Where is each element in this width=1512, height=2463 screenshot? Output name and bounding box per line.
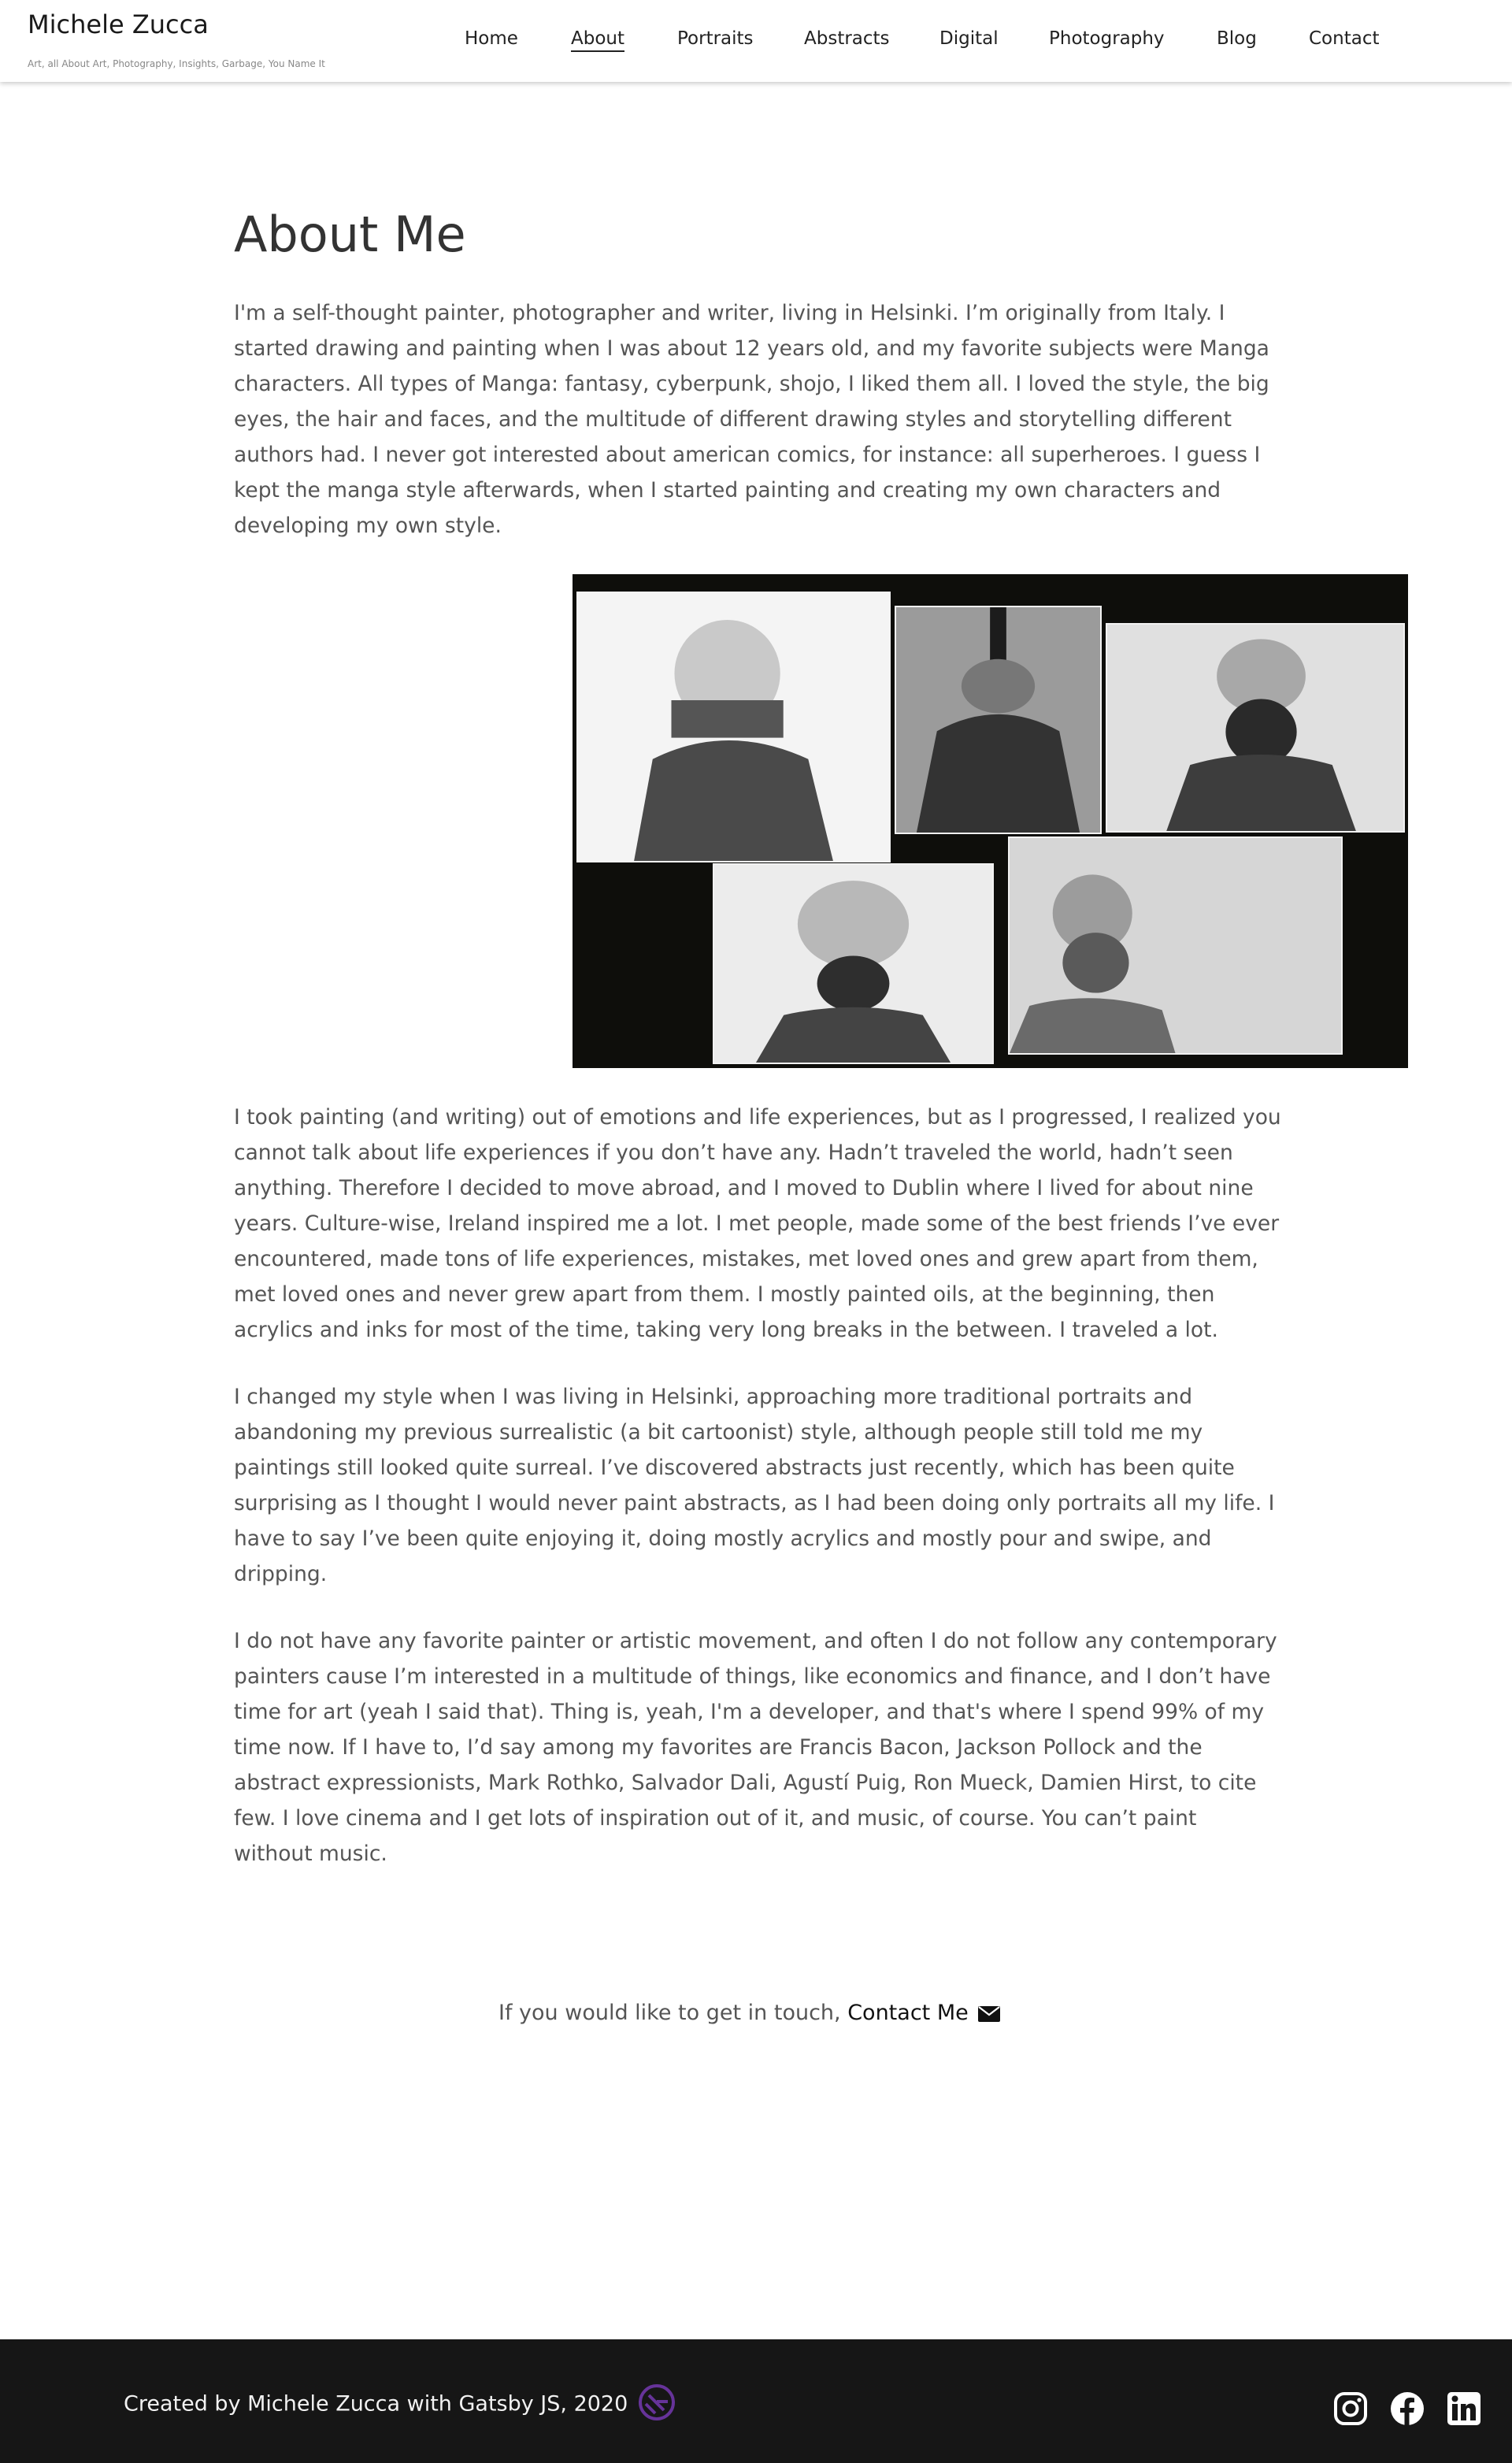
collage-photo-4 xyxy=(713,863,994,1064)
person-silhouette-icon xyxy=(896,607,1100,833)
nav-item-abstracts[interactable]: Abstracts xyxy=(804,28,890,49)
about-paragraph-2: I took painting (and writing) out of emo… xyxy=(234,1105,1281,1342)
footer-credit: Created by Michele Zucca with Gatsby JS,… xyxy=(124,2384,676,2423)
person-silhouette-icon xyxy=(578,593,889,861)
collage-photo-5 xyxy=(1008,836,1343,1055)
about-paragraph-4: I do not have any favorite painter or ar… xyxy=(234,1629,1277,1866)
contact-cta-text: If you would like to get in touch, xyxy=(498,2001,848,2025)
person-silhouette-icon xyxy=(714,865,992,1063)
contact-cta: If you would like to get in touch, Conta… xyxy=(498,2001,1000,2025)
nav-item-digital[interactable]: Digital xyxy=(939,28,999,49)
nav-item-contact[interactable]: Contact xyxy=(1309,28,1379,49)
nav-item-photography[interactable]: Photography xyxy=(1049,28,1165,49)
about-paragraph-1: I'm a self-thought painter, photographer… xyxy=(234,301,1269,538)
instagram-icon[interactable] xyxy=(1333,2391,1368,2426)
nav-item-portraits[interactable]: Portraits xyxy=(677,28,754,49)
person-silhouette-icon xyxy=(1107,625,1403,831)
nav-item-home[interactable]: Home xyxy=(465,28,518,49)
portrait-collage-image xyxy=(573,574,1408,1068)
person-silhouette-icon xyxy=(1010,838,1341,1053)
collage-photo-1 xyxy=(576,592,891,862)
footer-credit-text: Created by Michele Zucca with Gatsby JS,… xyxy=(124,2391,628,2417)
nav-item-blog[interactable]: Blog xyxy=(1217,28,1257,49)
main-nav: Home About Portraits Abstracts Digital P… xyxy=(0,0,1512,82)
nav-item-about[interactable]: About xyxy=(571,28,625,52)
contact-me-link[interactable]: Contact Me xyxy=(847,2001,969,2025)
site-footer: Created by Michele Zucca with Gatsby JS,… xyxy=(0,2339,1512,2463)
gatsby-logo-icon[interactable] xyxy=(639,2384,676,2420)
collage-photo-3 xyxy=(1106,623,1405,833)
page-title: About Me xyxy=(234,206,466,263)
site-header: Michele Zucca Art, all About Art, Photog… xyxy=(0,0,1512,82)
linkedin-icon[interactable] xyxy=(1447,2391,1481,2426)
facebook-icon[interactable] xyxy=(1390,2391,1425,2426)
collage-photo-2 xyxy=(895,606,1102,834)
about-paragraph-3: I changed my style when I was living in … xyxy=(234,1385,1275,1586)
envelope-icon[interactable] xyxy=(977,2003,1000,2022)
